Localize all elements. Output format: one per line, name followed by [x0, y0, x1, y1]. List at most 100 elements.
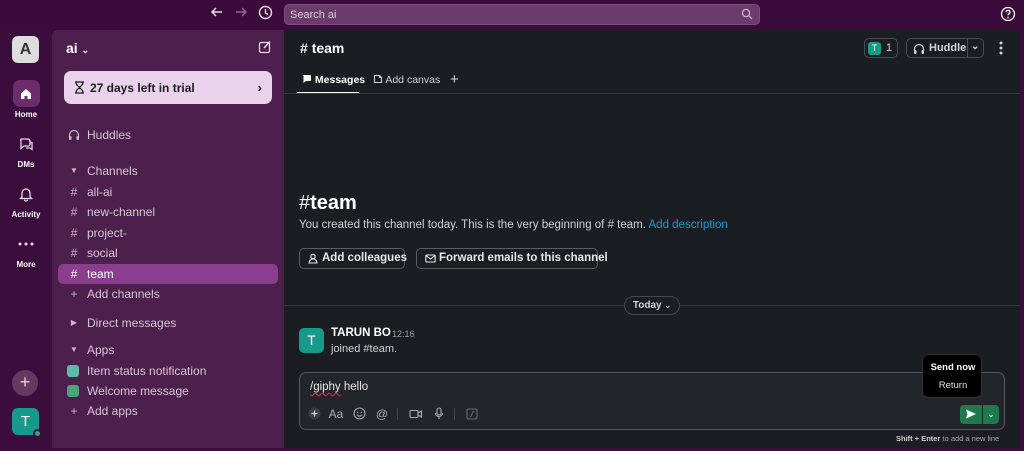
add-tab-plus-icon[interactable]: + — [450, 71, 459, 93]
tooltip-key: Return — [938, 380, 968, 391]
rail-item-activity[interactable]: Activity — [0, 180, 52, 219]
caret-down-icon: ▼ — [70, 345, 78, 354]
sidebar-item-huddles[interactable]: Huddles — [58, 125, 278, 145]
message-body: joined #team. — [331, 343, 398, 355]
channel-label: team — [87, 267, 114, 281]
microphone-icon[interactable] — [431, 406, 447, 422]
history-clock-icon[interactable] — [255, 5, 275, 25]
email-icon — [425, 254, 436, 263]
rail-item-home[interactable]: Home — [0, 80, 52, 119]
app-icon — [67, 385, 79, 397]
trial-banner[interactable]: 27 days left in trial › — [64, 71, 272, 104]
kebab-menu-icon[interactable] — [996, 39, 1006, 57]
huddle-label: Huddle — [929, 42, 967, 54]
text-format-icon[interactable]: Aa — [328, 406, 344, 422]
sidebar-item-social[interactable]: # social — [58, 243, 278, 263]
channel-title[interactable]: # team — [300, 40, 344, 56]
channels-section-toggle[interactable]: ▼ Channels — [58, 161, 278, 181]
send-button[interactable] — [960, 405, 982, 424]
add-channels-button[interactable]: + Add channels — [58, 284, 278, 304]
send-options-chevron-icon[interactable]: ⌄ — [983, 405, 999, 424]
home-icon — [12, 80, 40, 107]
member-count: 1 — [886, 42, 893, 54]
hash-icon: # — [70, 185, 78, 199]
channel-label: social — [87, 246, 118, 260]
top-bar — [0, 0, 1024, 30]
slash-command-icon[interactable] — [464, 406, 480, 422]
composer-input[interactable]: /giphy hello — [310, 381, 368, 393]
hash-icon: # — [70, 226, 78, 240]
channel-label: new-channel — [87, 205, 156, 219]
message-time[interactable]: 12:16 — [392, 329, 415, 339]
sidebar-item-item-status-notification[interactable]: Item status notification — [58, 361, 278, 381]
member-avatar: T — [868, 42, 881, 55]
workspace-name-button[interactable]: ai ⌄ — [66, 40, 89, 56]
channel-sidebar: ai ⌄ 27 days left in trial › Huddles ▼ C… — [52, 30, 284, 448]
channel-intro-text: You created this channel today. This is … — [299, 219, 728, 231]
person-add-icon — [308, 253, 318, 264]
user-avatar-initial: T — [20, 413, 31, 430]
plus-icon: + — [70, 287, 78, 301]
rail-item-more[interactable]: More — [0, 230, 52, 269]
sidebar-item-welcome-message[interactable]: Welcome message — [58, 381, 278, 401]
headphones-icon — [67, 125, 81, 147]
sidebar-item-all-ai[interactable]: # all-ai — [58, 182, 278, 202]
dm-section-toggle[interactable]: ▶ Direct messages — [58, 313, 278, 333]
add-apps-button[interactable]: + Add apps — [58, 401, 278, 421]
forward-arrow-icon[interactable] — [231, 5, 251, 25]
rail-item-dms[interactable]: DMs — [0, 130, 52, 169]
forward-emails-button[interactable]: Forward emails to this channel — [416, 248, 608, 269]
huddle-button[interactable]: Huddle ⌄ — [906, 38, 984, 58]
channel-view: # team T 1 Huddle ⌄ Messages Add canvas … — [284, 30, 1020, 448]
compose-icon[interactable] — [258, 40, 272, 54]
sidebar-item-project[interactable]: # project- — [58, 223, 278, 243]
hourglass-icon — [75, 81, 84, 94]
add-workspace-button[interactable]: + — [12, 370, 38, 396]
message-composer[interactable]: /giphy hello Aa @ ⌄ — [299, 372, 1005, 430]
message-author[interactable]: TARUN BO — [331, 327, 391, 339]
hash-icon: # — [70, 267, 78, 281]
huddles-label: Huddles — [87, 128, 132, 142]
apps-header: Apps — [87, 343, 115, 357]
divider — [284, 93, 1020, 94]
message-bubble-icon — [303, 75, 311, 83]
day-divider-pill[interactable]: Today ⌄ — [624, 296, 680, 315]
workspace-avatar[interactable]: A — [12, 36, 39, 63]
composer-command: /giphy — [310, 381, 341, 393]
rail-label-dms: DMs — [17, 160, 35, 169]
sidebar-item-team[interactable]: # team — [58, 264, 278, 284]
add-colleagues-button[interactable]: Add colleagues — [299, 248, 407, 269]
add-description-link[interactable]: Add description — [649, 219, 728, 231]
video-icon[interactable] — [408, 406, 424, 422]
sidebar-item-new-channel[interactable]: # new-channel — [58, 202, 278, 222]
day-label: Today — [632, 300, 662, 311]
tab-messages-label: Messages — [314, 74, 366, 86]
send-icon — [966, 409, 976, 419]
trial-text: 27 days left in trial — [90, 81, 195, 95]
channel-label: all-ai — [87, 185, 113, 199]
help-icon[interactable] — [1000, 6, 1016, 22]
message-avatar[interactable]: T — [299, 328, 324, 353]
mention-icon[interactable]: @ — [374, 406, 390, 422]
channels-header: Channels — [87, 164, 138, 178]
search-bar[interactable] — [284, 4, 760, 25]
apps-section-toggle[interactable]: ▼ Apps — [58, 340, 278, 360]
workspace-rail: A Home DMs Activity More + T — [0, 30, 52, 451]
divider — [397, 408, 398, 420]
hash-icon: # — [300, 40, 308, 56]
back-arrow-icon[interactable] — [207, 5, 227, 25]
chevron-down-icon[interactable]: ⌄ — [971, 41, 979, 52]
channel-label: project- — [87, 226, 128, 240]
app-label: Item status notification — [87, 364, 207, 378]
members-button[interactable]: T 1 — [864, 38, 898, 58]
emoji-icon[interactable] — [351, 406, 367, 422]
dm-header: Direct messages — [87, 316, 177, 330]
search-input[interactable] — [290, 6, 730, 23]
tooltip-title: Send now — [930, 362, 976, 373]
add-apps-label: Add apps — [87, 404, 138, 418]
more-icon — [13, 230, 40, 257]
plus-icon[interactable] — [306, 406, 322, 422]
hint-text: to add a new line — [942, 434, 1000, 443]
user-avatar[interactable]: T — [12, 408, 42, 438]
hash-icon: # — [299, 192, 311, 214]
